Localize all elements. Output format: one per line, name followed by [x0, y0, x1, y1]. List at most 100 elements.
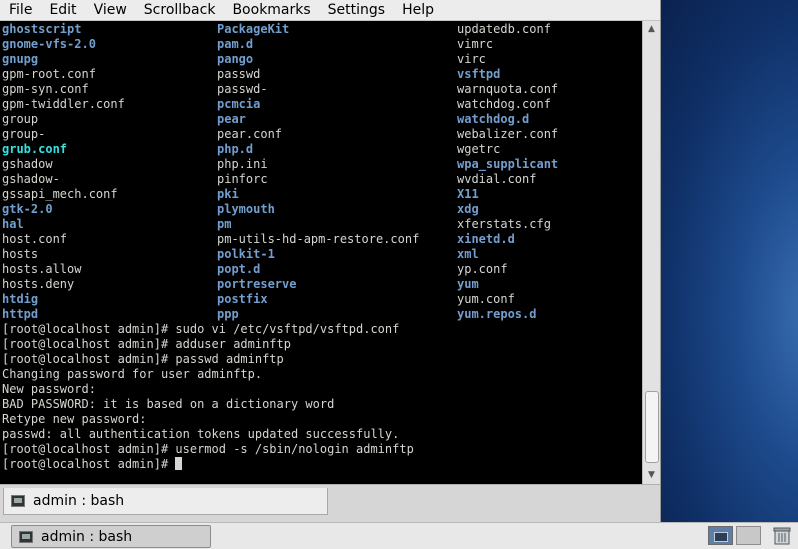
terminal-icon	[19, 530, 33, 543]
directory-entry: vsftpd	[457, 67, 501, 81]
text-cursor	[175, 457, 183, 470]
directory-entry: gnupg	[2, 52, 39, 66]
directory-entry: wpa_supplicant	[457, 157, 559, 171]
directory-entry: pear	[217, 112, 246, 126]
directory-entry: ppp	[217, 307, 239, 321]
file-entry: pm-utils-hd-apm-restore.conf	[217, 232, 420, 246]
directory-entry: gnome-vfs-2.0	[2, 37, 96, 51]
directory-entry: popt.d	[217, 262, 261, 276]
directory-entry: pki	[217, 187, 239, 201]
workspace-2-button[interactable]	[736, 526, 761, 545]
directory-entry: pango	[217, 52, 254, 66]
file-entry: gpm-syn.conf	[2, 82, 89, 96]
terminal-lines: ghostscript PackageKit updatedb.conf gnome-…	[2, 22, 642, 472]
directory-entry: gtk-2.0	[2, 202, 53, 216]
listing-row: group pear watchdog.d	[2, 112, 642, 127]
file-entry: group-	[2, 127, 46, 141]
file-entry: virc	[457, 52, 486, 66]
workspace-1-button[interactable]	[708, 526, 733, 545]
file-entry: hosts.deny	[2, 277, 75, 291]
directory-entry: httpd	[2, 307, 39, 321]
directory-entry: ghostscript	[2, 22, 82, 36]
file-entry: yp.conf	[457, 262, 508, 276]
listing-row: gtk-2.0 plymouth xdg	[2, 202, 642, 217]
file-entry: pear.conf	[217, 127, 283, 141]
trash-icon[interactable]	[771, 525, 793, 546]
symlink-entry: grub.conf	[2, 142, 68, 156]
directory-entry: pcmcia	[217, 97, 261, 111]
listing-row: hosts polkit-1 xml	[2, 247, 642, 262]
file-entry: yum.conf	[457, 292, 515, 306]
file-entry: passwd	[217, 67, 261, 81]
listing-row: gssapi_mech.conf pki X11	[2, 187, 642, 202]
listing-row: gnupg pango virc	[2, 52, 642, 67]
file-entry: host.conf	[2, 232, 68, 246]
directory-entry: portreserve	[217, 277, 297, 291]
scroll-up-icon[interactable]: ▲	[643, 21, 660, 38]
listing-row: hal pm xferstats.cfg	[2, 217, 642, 232]
menu-file[interactable]: File	[0, 0, 40, 20]
file-entry: gshadow-	[2, 172, 60, 186]
directory-entry: xml	[457, 247, 479, 261]
file-entry: gpm-root.conf	[2, 67, 96, 81]
desktop-background	[660, 0, 798, 522]
listing-row: host.conf pm-utils-hd-apm-restore.conf xin…	[2, 232, 642, 247]
menu-view[interactable]: View	[85, 0, 135, 20]
directory-entry: php.d	[217, 142, 254, 156]
file-entry: hosts	[2, 247, 39, 261]
menu-scrollback[interactable]: Scrollback	[135, 0, 224, 20]
file-entry: vimrc	[457, 37, 494, 51]
directory-entry: X11	[457, 187, 479, 201]
taskbar-button-label: admin : bash	[41, 528, 133, 545]
file-entry: wvdial.conf	[457, 172, 537, 186]
file-entry: webalizer.conf	[457, 127, 559, 141]
directory-entry: pam.d	[217, 37, 254, 51]
directory-entry: pm	[217, 217, 232, 231]
menu-help[interactable]: Help	[393, 0, 442, 20]
listing-row: hosts.allow popt.d yp.conf	[2, 262, 642, 277]
menu-bookmarks[interactable]: Bookmarks	[223, 0, 318, 20]
terminal-display[interactable]: ghostscript PackageKit updatedb.conf gnome-…	[0, 21, 642, 484]
output-line: New password:	[2, 382, 96, 396]
listing-row: ghostscript PackageKit updatedb.conf	[2, 22, 642, 37]
tab-bar: admin : bash	[0, 484, 660, 523]
listing-row: gpm-syn.conf passwd-warnquota.conf	[2, 82, 642, 97]
directory-entry: yum	[457, 277, 479, 291]
menu-settings[interactable]: Settings	[319, 0, 393, 20]
listing-row: gpm-root.conf passwd vsftpd	[2, 67, 642, 82]
taskbar-button-admin-bash[interactable]: admin : bash	[11, 525, 211, 548]
directory-entry: xinetd.d	[457, 232, 515, 246]
directory-entry: htdig	[2, 292, 39, 306]
output-line: [root@localhost admin]# adduser adminftp	[2, 337, 291, 351]
menubar: File Edit View Scrollback Bookmarks Sett…	[0, 0, 660, 21]
directory-entry: yum.repos.d	[457, 307, 537, 321]
file-entry: xferstats.cfg	[457, 217, 551, 231]
listing-row: grub.conf php.d wgetrc	[2, 142, 642, 157]
terminal-scrollbar[interactable]: ▲ ▼	[642, 21, 660, 484]
file-entry: warnquota.conf	[457, 82, 559, 96]
output-line: passwd: all authentication tokens update…	[2, 427, 400, 441]
listing-row: gshadow php.ini wpa_supplicant	[2, 157, 642, 172]
listing-row: gpm-twiddler.conf pcmcia watchdog.conf	[2, 97, 642, 112]
directory-entry: polkit-1	[217, 247, 275, 261]
menu-edit[interactable]: Edit	[40, 0, 84, 20]
scroll-down-icon[interactable]: ▼	[643, 467, 660, 484]
listing-row: gshadow-pinforc wvdial.conf	[2, 172, 642, 187]
terminal-window: File Edit View Scrollback Bookmarks Sett…	[0, 0, 661, 523]
directory-entry: plymouth	[217, 202, 275, 216]
file-entry: pinforc	[217, 172, 268, 186]
file-entry: updatedb.conf	[457, 22, 551, 36]
file-entry: passwd-	[217, 82, 268, 96]
directory-entry: postfix	[217, 292, 268, 306]
output-line: BAD PASSWORD: it is based on a dictionar…	[2, 397, 335, 411]
scrollbar-thumb[interactable]	[645, 391, 659, 463]
output-line: Retype new password:	[2, 412, 147, 426]
listing-row: hosts.deny portreserve yum	[2, 277, 642, 292]
tab-admin-bash[interactable]: admin : bash	[3, 488, 328, 515]
terminal-icon	[11, 495, 25, 507]
directory-entry: hal	[2, 217, 24, 231]
file-entry: hosts.allow	[2, 262, 82, 276]
listing-row: gnome-vfs-2.0 pam.d vimrc	[2, 37, 642, 52]
listing-row: httpd ppp yum.repos.d	[2, 307, 642, 322]
directory-entry: PackageKit	[217, 22, 290, 36]
